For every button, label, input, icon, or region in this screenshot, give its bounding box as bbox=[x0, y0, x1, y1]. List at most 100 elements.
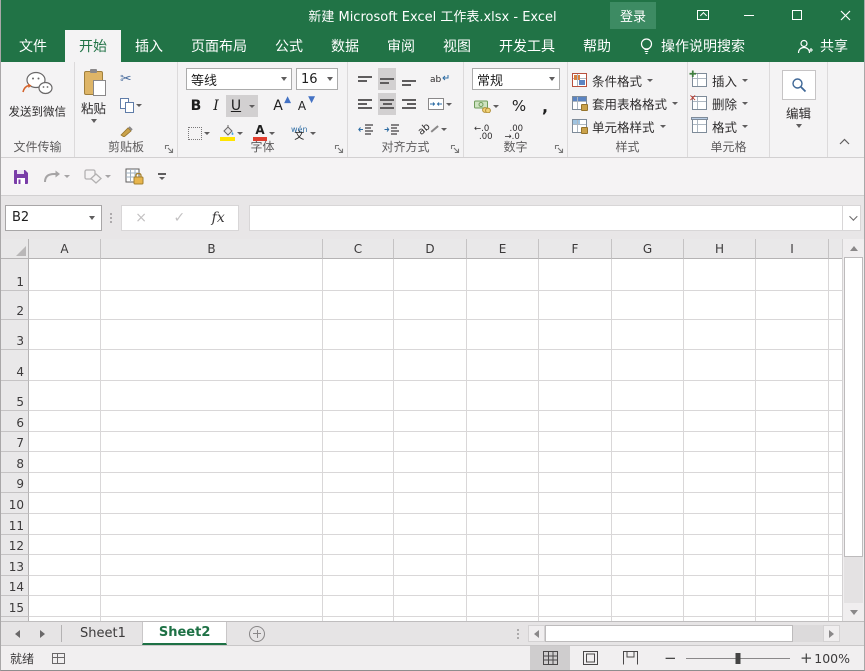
cell-A13[interactable] bbox=[29, 555, 101, 576]
cell-F7[interactable] bbox=[539, 432, 612, 452]
copy-button[interactable] bbox=[118, 94, 144, 116]
percent-style-button[interactable]: % bbox=[509, 95, 529, 117]
page-break-preview-button[interactable] bbox=[610, 646, 650, 670]
cell-G2[interactable] bbox=[612, 291, 684, 320]
row-header-3[interactable]: 3 bbox=[1, 320, 29, 350]
decrease-indent-button[interactable] bbox=[356, 118, 376, 140]
cell-G10[interactable] bbox=[612, 493, 684, 514]
sheet-nav-right-button[interactable] bbox=[40, 629, 45, 638]
cell-F8[interactable] bbox=[539, 452, 612, 473]
row-header-11[interactable]: 11 bbox=[1, 514, 29, 535]
cell-G6[interactable] bbox=[612, 411, 684, 432]
cell-B15[interactable] bbox=[101, 596, 323, 617]
cell-I14[interactable] bbox=[756, 576, 829, 596]
maximize-button[interactable] bbox=[780, 0, 814, 30]
cell-H11[interactable] bbox=[684, 514, 756, 535]
row-header-9[interactable]: 9 bbox=[1, 473, 29, 493]
ribbon-tab-insert[interactable]: 插入 bbox=[121, 30, 177, 62]
wrap-text-button[interactable]: ab bbox=[428, 68, 451, 90]
cell-X15[interactable] bbox=[829, 596, 843, 617]
cell-A2[interactable] bbox=[29, 291, 101, 320]
cell-X8[interactable] bbox=[829, 452, 843, 473]
cell-G14[interactable] bbox=[612, 576, 684, 596]
sheet-nav-left-button[interactable] bbox=[15, 629, 20, 638]
cell-C2[interactable] bbox=[323, 291, 394, 320]
page-layout-view-button[interactable] bbox=[570, 646, 610, 670]
cell-F3[interactable] bbox=[539, 320, 612, 350]
cell-H7[interactable] bbox=[684, 432, 756, 452]
cell-H3[interactable] bbox=[684, 320, 756, 350]
align-middle-button[interactable] bbox=[378, 68, 396, 90]
cell-X13[interactable] bbox=[829, 555, 843, 576]
cell-E5[interactable] bbox=[467, 381, 539, 411]
cell-F11[interactable] bbox=[539, 514, 612, 535]
cell-E15[interactable] bbox=[467, 596, 539, 617]
align-center-button[interactable] bbox=[378, 93, 396, 115]
paste-button[interactable]: 粘贴 bbox=[75, 69, 112, 142]
align-left-button[interactable] bbox=[356, 93, 374, 115]
cell-D9[interactable] bbox=[394, 473, 467, 493]
cell-F13[interactable] bbox=[539, 555, 612, 576]
cell-C14[interactable] bbox=[323, 576, 394, 596]
cell-G3[interactable] bbox=[612, 320, 684, 350]
cell-C4[interactable] bbox=[323, 350, 394, 381]
row-header-10[interactable]: 10 bbox=[1, 493, 29, 514]
grow-font-button[interactable]: A ▲ bbox=[268, 95, 291, 117]
cell-H13[interactable] bbox=[684, 555, 756, 576]
cell-C15[interactable] bbox=[323, 596, 394, 617]
cell-A1[interactable] bbox=[29, 259, 101, 291]
cell-I10[interactable] bbox=[756, 493, 829, 514]
cell-C13[interactable] bbox=[323, 555, 394, 576]
cell-X1[interactable] bbox=[829, 259, 843, 291]
row-header-12[interactable]: 12 bbox=[1, 535, 29, 555]
cell-A12[interactable] bbox=[29, 535, 101, 555]
cell-styles-button[interactable]: 单元格样式 bbox=[572, 115, 683, 137]
cell-D2[interactable] bbox=[394, 291, 467, 320]
cell-D4[interactable] bbox=[394, 350, 467, 381]
cell-B9[interactable] bbox=[101, 473, 323, 493]
cell-C7[interactable] bbox=[323, 432, 394, 452]
format-as-table-button[interactable]: 套用表格格式 bbox=[572, 92, 683, 114]
horizontal-scrollbar-track[interactable] bbox=[793, 625, 823, 642]
underline-button[interactable]: U bbox=[226, 95, 246, 117]
cell-F2[interactable] bbox=[539, 291, 612, 320]
cell-G7[interactable] bbox=[612, 432, 684, 452]
cell-X7[interactable] bbox=[829, 432, 843, 452]
cell-I6[interactable] bbox=[756, 411, 829, 432]
column-header-H[interactable]: H bbox=[684, 239, 756, 259]
cell-E6[interactable] bbox=[467, 411, 539, 432]
cell-B11[interactable] bbox=[101, 514, 323, 535]
minimize-button[interactable] bbox=[732, 0, 766, 30]
cell-H15[interactable] bbox=[684, 596, 756, 617]
cell-X6[interactable] bbox=[829, 411, 843, 432]
cell-E11[interactable] bbox=[467, 514, 539, 535]
cell-H1[interactable] bbox=[684, 259, 756, 291]
cell-X11[interactable] bbox=[829, 514, 843, 535]
cell-I3[interactable] bbox=[756, 320, 829, 350]
cell-X2[interactable] bbox=[829, 291, 843, 320]
cell-B13[interactable] bbox=[101, 555, 323, 576]
column-header-D[interactable]: D bbox=[394, 239, 467, 259]
scroll-left-button[interactable] bbox=[528, 625, 545, 642]
cell-E8[interactable] bbox=[467, 452, 539, 473]
cell-B10[interactable] bbox=[101, 493, 323, 514]
save-button[interactable] bbox=[13, 169, 29, 185]
align-top-button[interactable] bbox=[356, 68, 374, 90]
bold-button[interactable]: B bbox=[186, 95, 206, 117]
ribbon-tab-formulas[interactable]: 公式 bbox=[261, 30, 317, 62]
column-header-E[interactable]: E bbox=[467, 239, 539, 259]
cell-E13[interactable] bbox=[467, 555, 539, 576]
shapes-button[interactable] bbox=[84, 169, 111, 184]
underline-dropdown[interactable] bbox=[246, 95, 258, 117]
cell-G9[interactable] bbox=[612, 473, 684, 493]
cell-H5[interactable] bbox=[684, 381, 756, 411]
row-header-6[interactable]: 6 bbox=[1, 411, 29, 432]
formula-bar-resize-handle[interactable] bbox=[110, 212, 113, 223]
cell-D14[interactable] bbox=[394, 576, 467, 596]
ribbon-tab-developer[interactable]: 开发工具 bbox=[485, 30, 569, 62]
cell-A10[interactable] bbox=[29, 493, 101, 514]
shrink-font-button[interactable]: A ▼ bbox=[292, 95, 315, 117]
scroll-up-button[interactable] bbox=[843, 239, 864, 257]
cut-button[interactable]: ✂ bbox=[118, 68, 144, 90]
select-all-corner[interactable] bbox=[1, 239, 29, 259]
